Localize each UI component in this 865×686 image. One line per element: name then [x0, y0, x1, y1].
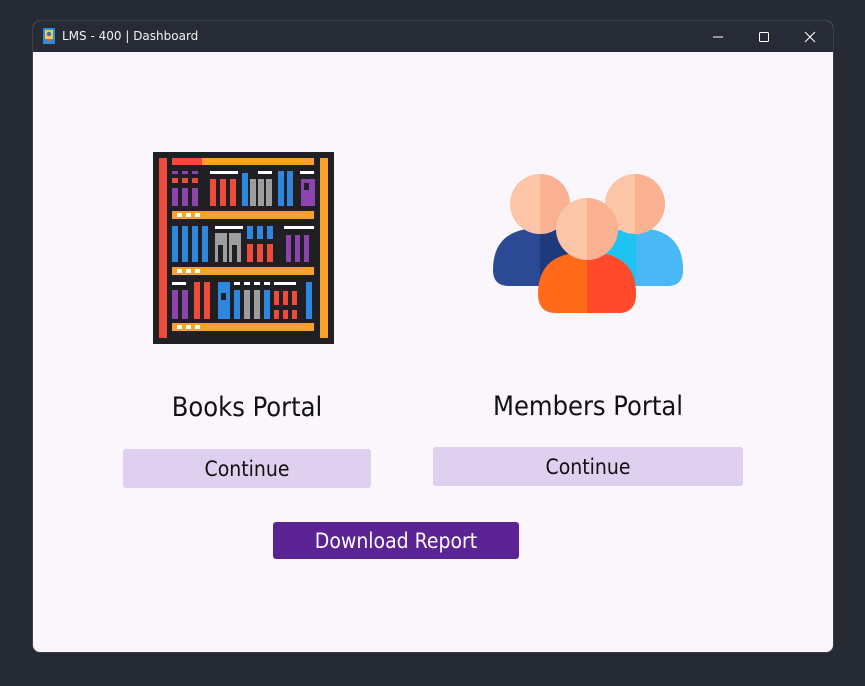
app-logo-icon — [43, 28, 55, 44]
minimize-icon — [713, 36, 723, 37]
maximize-button[interactable] — [741, 21, 787, 52]
members-group-icon — [493, 174, 683, 313]
close-button[interactable] — [787, 21, 833, 52]
books-continue-button[interactable]: Continue — [123, 449, 371, 488]
dashboard-content: Books Portal Members Portal Continue Con… — [33, 52, 833, 652]
maximize-icon — [759, 31, 769, 42]
close-icon — [804, 31, 816, 42]
members-continue-button[interactable]: Continue — [433, 447, 743, 486]
app-window: LMS - 400 | Dashboard Books Portal Membe… — [33, 21, 833, 652]
title-bar[interactable]: LMS - 400 | Dashboard — [33, 21, 833, 52]
members-portal-title: Members Portal — [493, 391, 683, 422]
window-title: LMS - 400 | Dashboard — [62, 29, 199, 43]
bookshelf-icon — [153, 152, 334, 344]
download-report-button[interactable]: Download Report — [273, 522, 519, 559]
books-portal-title: Books Portal — [171, 392, 323, 423]
minimize-button[interactable] — [695, 21, 741, 52]
